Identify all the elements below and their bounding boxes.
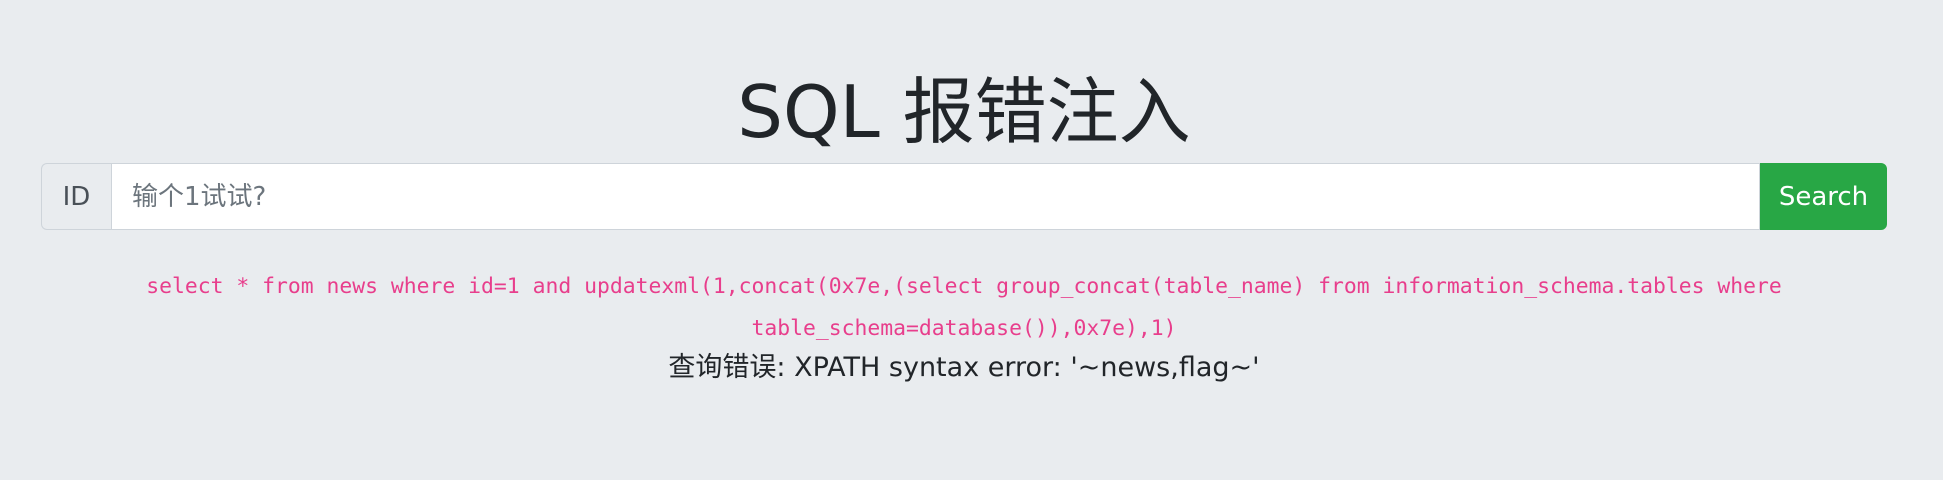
search-form: ID Search <box>41 163 1887 230</box>
sql-query-code: select * from news where id=1 and update… <box>41 266 1887 350</box>
id-addon-label: ID <box>41 163 111 230</box>
sql-query-line-1: select * from news where id=1 and update… <box>146 274 1782 299</box>
id-input[interactable] <box>111 163 1760 230</box>
query-error-message: 查询错误: XPATH syntax error: '~news,flag~' <box>668 352 1260 383</box>
page-title: SQL 报错注入 <box>737 70 1191 154</box>
sql-query-line-2: table_schema=database()),0x7e),1) <box>751 316 1177 341</box>
search-button[interactable]: Search <box>1760 163 1887 230</box>
